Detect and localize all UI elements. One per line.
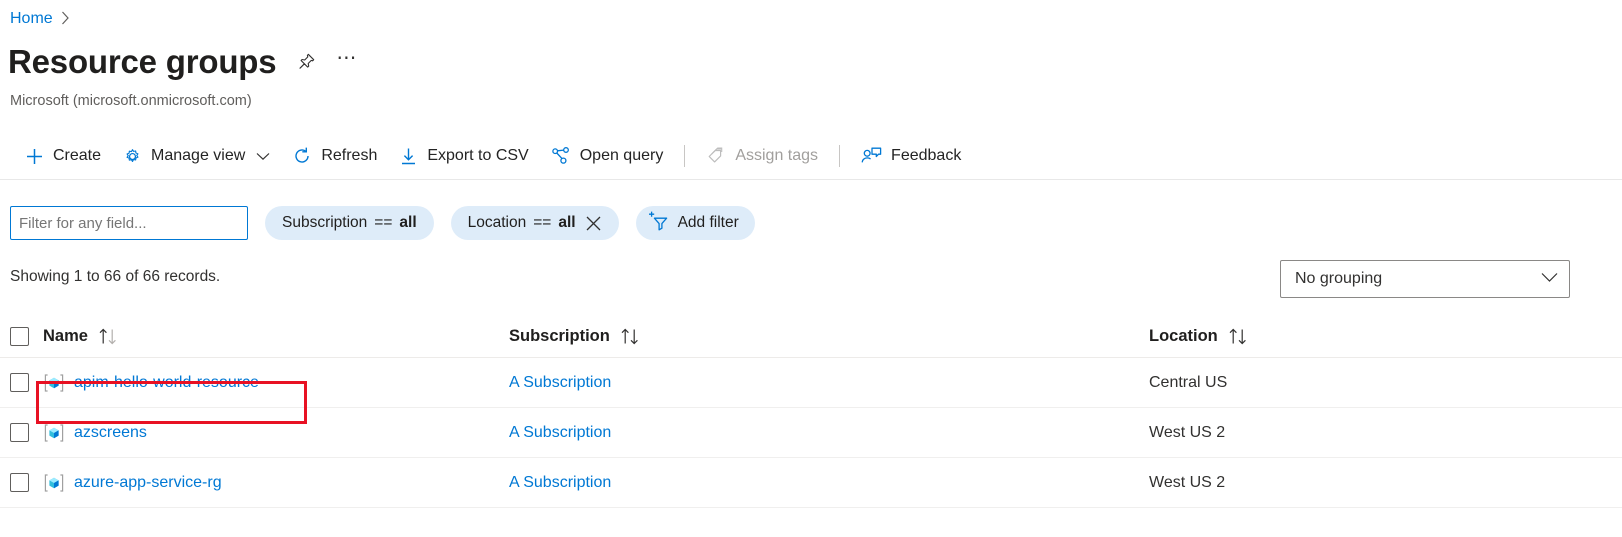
location-value: West US 2 (1149, 473, 1226, 491)
feedback-label: Feedback (891, 147, 962, 164)
refresh-icon (292, 146, 312, 166)
page-subtitle: Microsoft (microsoft.onmicrosoft.com) (10, 93, 252, 109)
resource-group-name-link[interactable]: azure-app-service-rg (74, 474, 222, 492)
row-checkbox[interactable] (10, 423, 29, 442)
filter-location-value: all (558, 214, 576, 231)
chevron-down-icon (256, 152, 270, 161)
feedback-button[interactable]: Feedback (850, 141, 972, 171)
assign-tags-button[interactable]: Assign tags (695, 141, 829, 171)
subscription-link[interactable]: A Subscription (509, 374, 611, 392)
table-row[interactable]: azure-app-service-rg A Subscription West… (0, 458, 1622, 508)
refresh-label: Refresh (321, 147, 378, 164)
table-row[interactable]: apim-hello-world-resource A Subscription… (0, 358, 1622, 408)
open-query-label: Open query (579, 147, 664, 164)
refresh-button[interactable]: Refresh (281, 141, 388, 171)
sort-arrows-icon[interactable] (98, 327, 119, 346)
grouping-value: No grouping (1295, 270, 1383, 287)
tags-icon (706, 146, 726, 166)
gear-icon (123, 147, 142, 166)
toolbar-divider (684, 145, 686, 167)
resource-group-name-link[interactable]: azscreens (74, 424, 147, 442)
query-graph-icon (551, 146, 571, 166)
row-name-cell: apim-hello-world-resource (43, 372, 509, 394)
row-subscription-cell: A Subscription (509, 374, 1149, 392)
chevron-down-icon (1541, 270, 1558, 288)
resource-group-icon (43, 472, 65, 494)
row-location-cell: West US 2 (1149, 424, 1622, 442)
assign-tags-label: Assign tags (735, 147, 819, 164)
column-header-subscription[interactable]: Subscription (509, 327, 1149, 346)
row-subscription-cell: A Subscription (509, 424, 1149, 442)
add-filter-label: Add filter (677, 214, 739, 231)
resource-group-name-link[interactable]: apim-hello-world-resource (74, 374, 259, 392)
row-checkbox-cell (10, 423, 43, 442)
location-value: Central US (1149, 373, 1228, 391)
sort-arrows-icon[interactable] (620, 327, 641, 346)
download-icon (399, 147, 418, 166)
subscription-link[interactable]: A Subscription (509, 474, 611, 492)
breadcrumb: Home (10, 10, 70, 28)
filter-subscription-value: all (399, 214, 417, 231)
table-row[interactable]: azscreens A Subscription West US 2 (0, 408, 1622, 458)
select-all-checkbox-cell (10, 327, 43, 346)
grouping-dropdown[interactable]: No grouping (1280, 260, 1570, 298)
row-location-cell: West US 2 (1149, 474, 1622, 492)
pin-icon[interactable] (296, 52, 316, 72)
row-subscription-cell: A Subscription (509, 474, 1149, 492)
resource-groups-table: Name Subscription Location apim-hello-wo… (0, 316, 1622, 537)
sort-arrows-icon[interactable] (1228, 327, 1249, 346)
search-input[interactable] (10, 206, 248, 240)
row-checkbox[interactable] (10, 473, 29, 492)
open-query-button[interactable]: Open query (540, 141, 675, 171)
chevron-right-icon (61, 11, 70, 28)
plus-icon (25, 147, 44, 166)
more-options-icon[interactable]: ⋯ (336, 48, 358, 71)
table-header-row: Name Subscription Location (0, 316, 1622, 358)
location-value: West US 2 (1149, 423, 1226, 441)
row-location-cell: Central US (1149, 374, 1622, 392)
add-filter-button[interactable]: Add filter (635, 206, 755, 240)
row-checkbox-cell (10, 473, 43, 492)
row-checkbox[interactable] (10, 373, 29, 392)
row-name-cell: azscreens (43, 422, 509, 444)
page-title: Resource groups (8, 43, 277, 80)
filter-pill-subscription[interactable]: Subscription == all (265, 206, 434, 240)
create-label: Create (53, 147, 102, 164)
row-checkbox-cell (10, 373, 43, 392)
select-all-checkbox[interactable] (10, 327, 29, 346)
resource-group-icon (43, 422, 65, 444)
column-header-name[interactable]: Name (43, 327, 509, 346)
row-name-cell: azure-app-service-rg (43, 472, 509, 494)
column-header-subscription-label: Subscription (509, 327, 610, 345)
subscription-link[interactable]: A Subscription (509, 424, 611, 442)
filter-location-operator: == (533, 214, 552, 231)
export-to-csv-button[interactable]: Export to CSV (388, 142, 539, 171)
column-header-location-label: Location (1149, 327, 1218, 345)
column-header-name-label: Name (43, 327, 88, 345)
filter-bar: Subscription == all Location == all Add … (0, 200, 1622, 246)
table-body: apim-hello-world-resource A Subscription… (0, 358, 1622, 537)
add-filter-icon (648, 210, 670, 236)
resource-groups-page: Home Resource groups ⋯ Microsoft (micros… (0, 0, 1622, 537)
feedback-person-icon (861, 146, 882, 166)
filter-subscription-label: Subscription (282, 214, 368, 231)
column-header-location[interactable]: Location (1149, 327, 1622, 346)
command-bar: Create Manage view Refresh Export to CSV… (0, 133, 1622, 180)
create-button[interactable]: Create (14, 142, 112, 171)
toolbar-divider-2 (839, 145, 841, 167)
export-to-csv-label: Export to CSV (427, 147, 529, 164)
resource-group-icon (43, 372, 65, 394)
filter-location-label: Location (467, 214, 527, 231)
records-summary: Showing 1 to 66 of 66 records. (10, 268, 221, 285)
breadcrumb-home-link[interactable]: Home (10, 10, 53, 28)
filter-pill-location[interactable]: Location == all (450, 206, 619, 240)
manage-view-button[interactable]: Manage view (112, 142, 281, 171)
manage-view-label: Manage view (151, 147, 246, 164)
filter-subscription-operator: == (374, 214, 393, 231)
title-row: Resource groups ⋯ (8, 43, 358, 80)
close-icon[interactable] (585, 215, 602, 232)
